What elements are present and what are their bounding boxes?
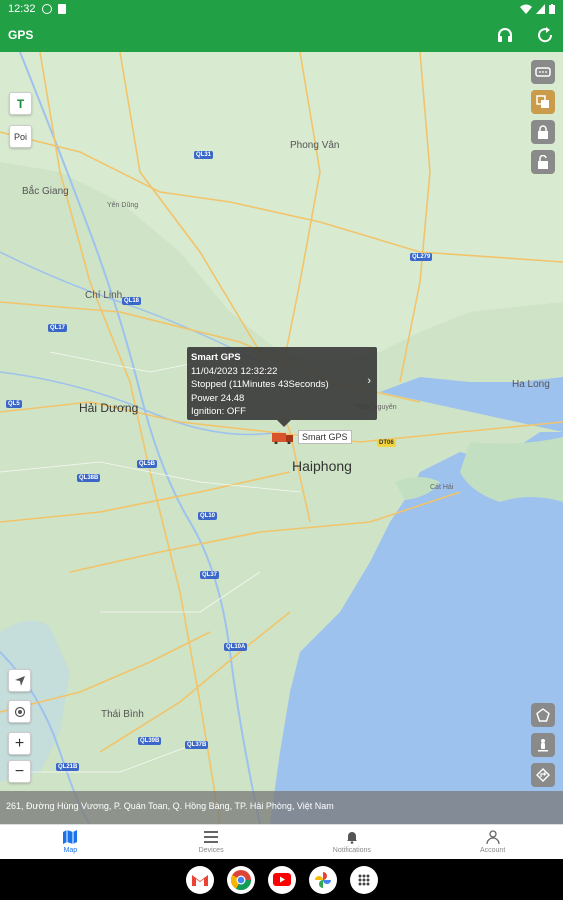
route-shield: QL37B (185, 741, 209, 749)
nav-devices[interactable]: Devices (141, 825, 282, 859)
nav-devices-label: Devices (198, 847, 224, 854)
place-label: Ha Long (512, 379, 550, 390)
map-layers-button[interactable] (531, 90, 555, 114)
text-tool-button[interactable]: T (9, 92, 32, 115)
bottom-navigation: Map Devices Notifications Account (0, 824, 563, 859)
list-icon (204, 831, 219, 843)
place-label: Haiphong (292, 458, 352, 474)
chrome-icon[interactable] (226, 865, 255, 894)
pegman-icon (538, 739, 548, 752)
popup-datetime: 11/04/2023 12:32:22 (191, 365, 278, 377)
route-shield: QL10 (198, 512, 218, 520)
refresh-icon[interactable] (535, 25, 555, 45)
layers-icon (536, 95, 549, 108)
place-label: Yên Dũng (107, 202, 139, 209)
gmail-icon[interactable] (185, 865, 214, 894)
truck-icon (272, 433, 293, 445)
map-icon (63, 830, 78, 844)
popup-power: Power 24.48 (191, 392, 245, 404)
app-drawer-icon[interactable] (349, 865, 378, 894)
chevron-right-icon[interactable]: › (367, 375, 371, 389)
zoom-in-button[interactable]: + (8, 732, 31, 755)
lock-icon (538, 125, 548, 139)
place-label: Chí Linh (85, 290, 123, 301)
my-location-button[interactable] (8, 700, 31, 723)
place-label: Hải Dương (79, 401, 139, 415)
road-icon (535, 67, 551, 77)
app-bar: GPS (0, 17, 563, 52)
address-text: 261, Đường Hùng Vương, P. Quán Toan, Q. … (6, 801, 334, 811)
route-shield: QL31 (194, 151, 214, 159)
route-shield: DT06 (377, 439, 396, 447)
place-label: Phong Vân (290, 140, 340, 151)
route-shield: QL21B (56, 763, 80, 771)
zoom-in-label: + (14, 734, 25, 752)
photos-icon[interactable] (308, 865, 337, 894)
vehicle-marker[interactable] (272, 431, 294, 449)
signal-icon (536, 3, 545, 14)
address-bar: 261, Đường Hùng Vương, P. Quán Toan, Q. … (0, 791, 563, 824)
nav-map[interactable]: Map (0, 825, 141, 859)
zoom-out-label: − (14, 762, 25, 780)
place-label: Bắc Giang (22, 186, 69, 197)
route-shield: QL5 (6, 400, 22, 408)
route-shield: QL17 (48, 324, 68, 332)
route-shield: QL37 (200, 571, 220, 579)
map-view[interactable]: Phong Vân Bắc Giang Yên Dũng Chí Linh Hả… (0, 52, 563, 824)
zoom-out-button[interactable]: − (8, 760, 31, 783)
notification-status-icon (57, 3, 66, 14)
nav-map-label: Map (63, 847, 78, 854)
status-time: 12:32 (8, 2, 36, 15)
app-title: GPS (8, 27, 34, 42)
traffic-layer-button[interactable] (531, 60, 555, 84)
vehicle-name-label: Smart GPS (298, 430, 352, 444)
poi-label: Poi (13, 131, 27, 142)
compass-button[interactable] (8, 669, 31, 692)
wifi-icon (520, 4, 532, 14)
popup-ignition: Ignition: OFF (191, 406, 246, 417)
nav-account[interactable]: Account (422, 825, 563, 859)
location-target-icon (14, 706, 25, 717)
route-shield: QL18 (122, 297, 142, 305)
route-shield: QL38B (77, 474, 101, 482)
place-label: Cát Hải (430, 484, 454, 491)
geofence-button[interactable] (531, 703, 555, 727)
text-tool-label: T (16, 96, 25, 111)
sync-status-icon (41, 3, 52, 14)
nav-account-label: Account (479, 847, 506, 854)
unlock-button[interactable] (531, 150, 555, 174)
person-icon (485, 830, 500, 844)
bell-icon (346, 832, 357, 844)
unlock-icon (538, 155, 548, 169)
poi-button[interactable]: Poi (9, 125, 32, 148)
pentagon-icon (536, 708, 550, 722)
vehicle-info-popup[interactable]: Smart GPS 11/04/2023 12:32:22 Stopped (1… (187, 347, 377, 427)
nav-notifications-label: Notifications (332, 847, 371, 854)
popup-status: Stopped (11Minutes 43Seconds) (191, 379, 329, 390)
directions-icon (536, 768, 550, 782)
battery-icon (549, 3, 555, 14)
route-shield: QL5B (137, 460, 158, 468)
street-view-button[interactable] (531, 733, 555, 757)
lock-button[interactable] (531, 120, 555, 144)
nav-notifications[interactable]: Notifications (282, 825, 423, 859)
headset-icon[interactable] (495, 25, 515, 45)
navigation-arrow-icon (14, 675, 25, 686)
popup-title: Smart GPS (191, 352, 241, 363)
system-taskbar (0, 859, 563, 900)
route-shield: QL39B (138, 737, 162, 745)
directions-button[interactable] (531, 763, 555, 787)
status-bar: 12:32 (0, 0, 563, 17)
youtube-icon[interactable] (267, 865, 296, 894)
route-shield: QL10A (224, 643, 248, 651)
place-label: Thái Bình (101, 709, 144, 720)
route-shield: QL279 (410, 253, 433, 261)
